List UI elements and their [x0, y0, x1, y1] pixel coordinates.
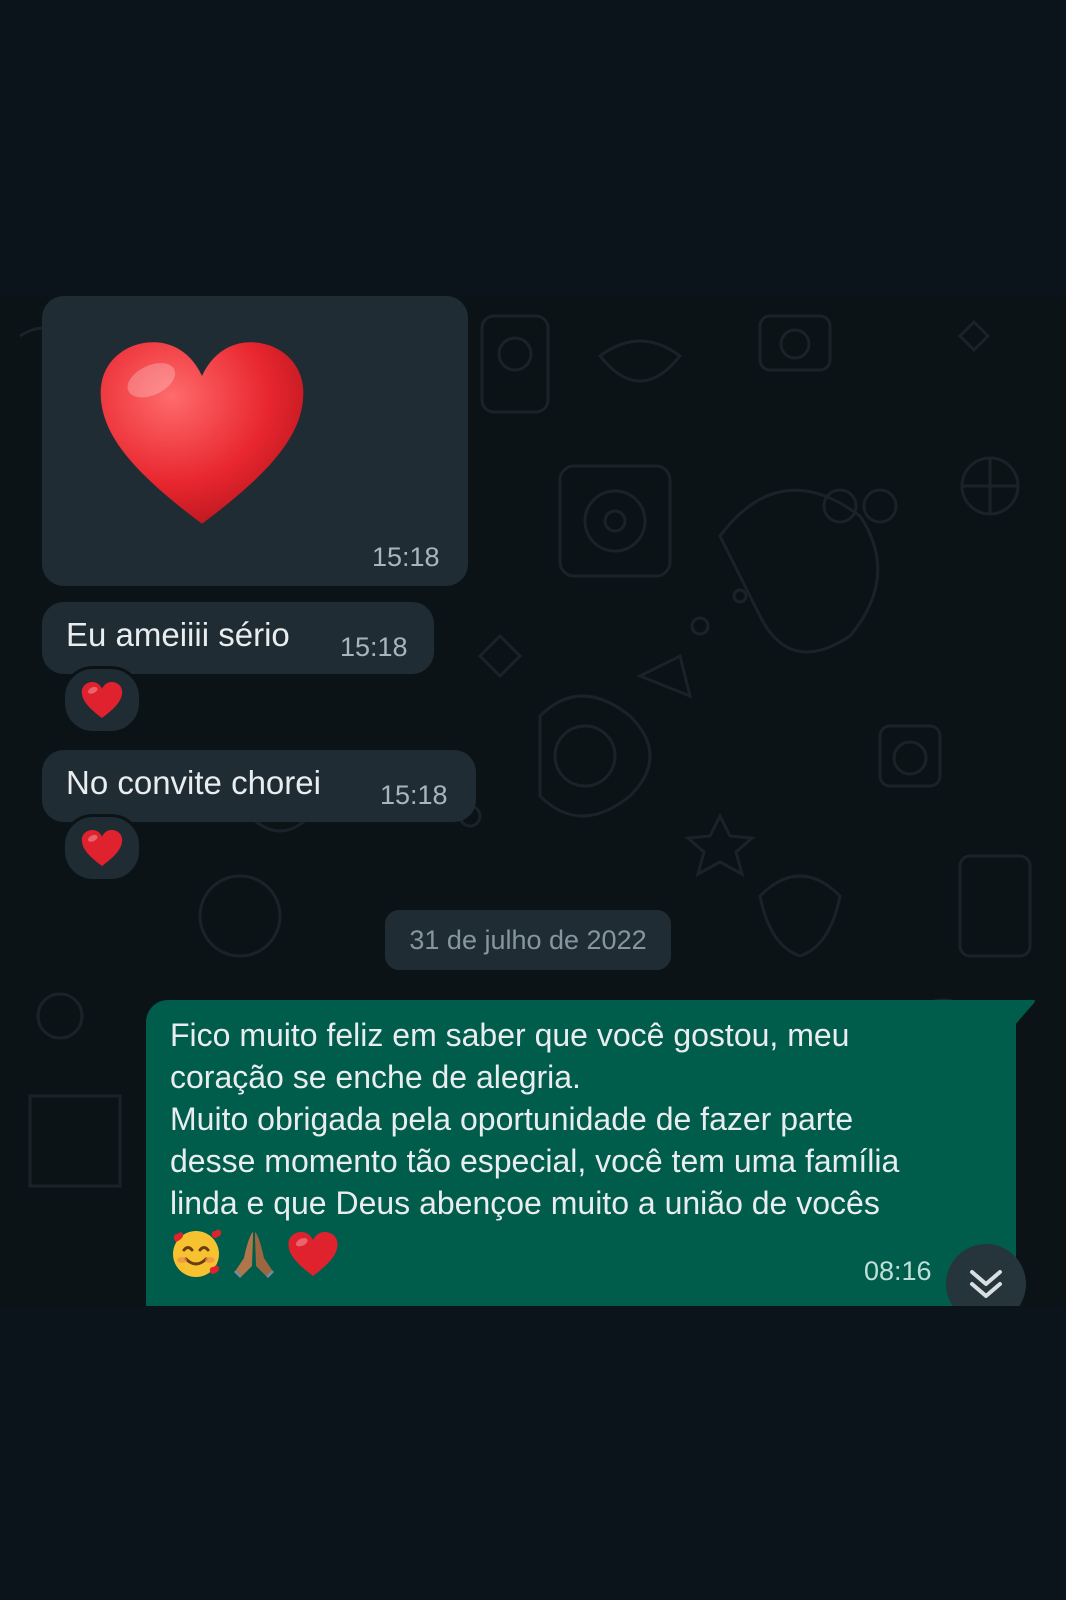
heart-emoji	[81, 829, 123, 867]
message-line: coração se enche de alegria.	[170, 1059, 581, 1095]
message-time: 15:18	[380, 780, 448, 810]
message-line: Fico muito feliz em saber que você gosto…	[170, 1017, 850, 1053]
sticker-message[interactable]: 15:18	[42, 296, 468, 586]
chat-area: 15:18 Eu ameiiii sério 15:18 No convite …	[0, 296, 1066, 1306]
smiling-face-with-hearts-emoji	[170, 1228, 222, 1285]
heart-emoji	[81, 681, 123, 719]
message-line: linda e que Deus abençoe muito a união d…	[170, 1185, 880, 1221]
reaction-badge[interactable]	[62, 814, 142, 882]
message-text: Fico muito feliz em saber que você gosto…	[170, 1014, 899, 1224]
date-separator: 31 de julho de 2022	[385, 910, 671, 970]
bubble-tail	[1014, 1000, 1035, 1026]
outgoing-message[interactable]: Fico muito feliz em saber que você gosto…	[146, 1000, 1016, 1306]
message-line: Muito obrigada pela oportunidade de faze…	[170, 1101, 854, 1137]
message-time: 15:18	[372, 542, 440, 572]
message-line: desse momento tão especial, você tem uma…	[170, 1143, 900, 1179]
text-message[interactable]: Eu ameiiii sério 15:18	[42, 602, 434, 674]
reaction-badge[interactable]	[62, 666, 142, 734]
folded-hands-emoji	[232, 1228, 276, 1285]
text-message[interactable]: No convite chorei 15:18	[42, 750, 476, 822]
emoji-row	[170, 1228, 345, 1284]
double-chevron-down-icon	[970, 1270, 1002, 1298]
heart-emoji	[287, 1231, 339, 1282]
message-time: 08:16	[864, 1256, 932, 1286]
message-text: Eu ameiiii sério	[66, 616, 290, 653]
message-time: 15:18	[340, 632, 408, 662]
message-text: No convite chorei	[66, 764, 321, 801]
heart-emoji	[100, 342, 304, 524]
